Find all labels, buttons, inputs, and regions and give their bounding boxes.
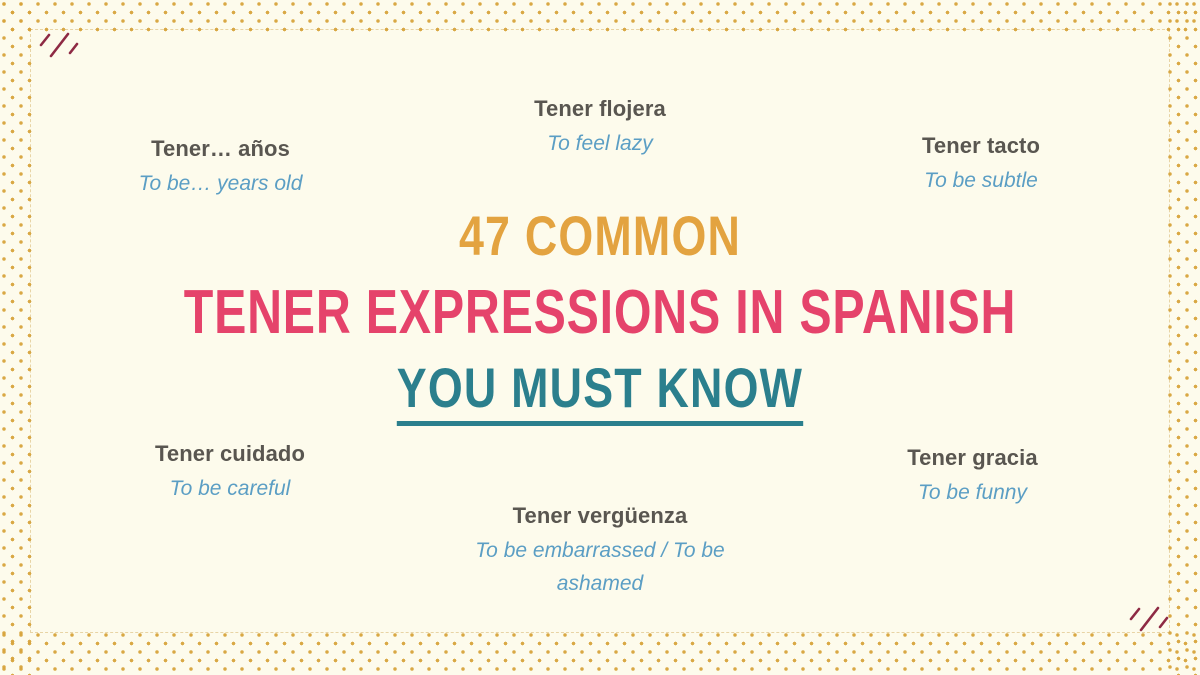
vocab-gloss-flojera: To feel lazy	[547, 132, 653, 156]
vocab-entry-flojera: Tener flojera To feel lazy	[480, 96, 720, 161]
headline-block: 47 Common Tener Expressions in Spanish Y…	[0, 208, 1200, 426]
vocab-entry-cuidado: Tener cuidado To be careful	[120, 441, 340, 506]
vocab-entry-gracia: Tener gracia To be funny	[880, 445, 1065, 510]
vocab-gloss-tacto: To be subtle	[924, 169, 1038, 193]
vocab-term-gracia: Tener gracia	[907, 445, 1038, 470]
headline-line-main: Tener Expressions in Spanish	[183, 278, 1017, 347]
vocab-entry-anos: Tener… años To be… years old	[88, 136, 353, 201]
vocab-term-cuidado: Tener cuidado	[154, 441, 306, 466]
vocab-entry-tacto: Tener tacto To be subtle	[886, 133, 1076, 198]
headline-line-count: 47 Common	[458, 204, 742, 267]
slide-content: Tener… años To be… years old Tener floje…	[0, 0, 1200, 675]
headline-line-emphasis: You Must Know	[396, 360, 804, 426]
vocab-gloss-cuidado: To be careful	[169, 477, 291, 501]
slide-canvas: Tener… años To be… years old Tener floje…	[0, 0, 1200, 675]
headline-line-3-wrapper: You Must Know	[0, 360, 1200, 426]
vocab-term-anos: Tener… años	[151, 136, 290, 161]
vocab-term-flojera: Tener flojera	[534, 96, 666, 121]
vocab-gloss-gracia: To be funny	[918, 481, 1027, 505]
vocab-entry-verguenza: Tener vergüenza To be embarrassed / To b…	[455, 503, 745, 600]
vocab-term-tacto: Tener tacto	[921, 133, 1041, 158]
vocab-term-verguenza: Tener vergüenza	[512, 503, 688, 528]
vocab-gloss-anos: To be… years old	[138, 172, 303, 196]
vocab-gloss-verguenza: To be embarrassed / To be ashamed	[475, 539, 725, 595]
